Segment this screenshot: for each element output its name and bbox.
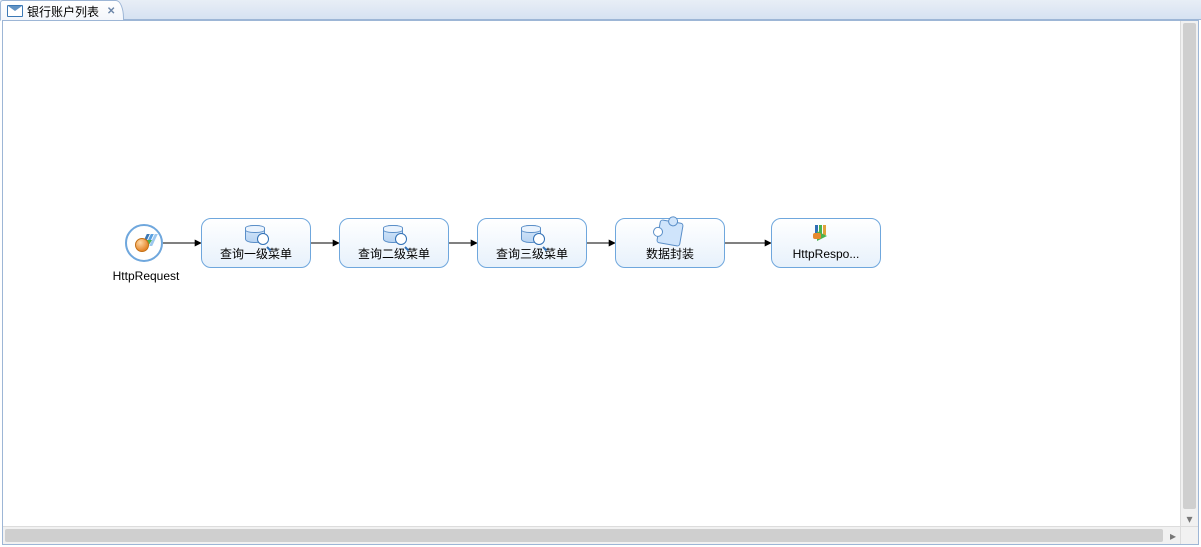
scroll-down-icon[interactable]: ▾ [1181, 511, 1198, 527]
scroll-right-icon[interactable]: ▸ [1165, 527, 1181, 544]
database-search-icon [245, 223, 267, 243]
database-search-icon [383, 223, 405, 243]
tab-bank-account-list[interactable]: 银行账户列表 ✕ [0, 0, 124, 21]
start-node-httprequest[interactable] [125, 224, 163, 262]
task-label: 数据封装 [616, 246, 724, 266]
scroll-corner [1180, 526, 1198, 544]
task-node-query-level3[interactable]: 查询三级菜单 [477, 218, 587, 268]
request-icon [133, 234, 155, 252]
envelope-icon [7, 5, 23, 17]
task-node-query-level1[interactable]: 查询一级菜单 [201, 218, 311, 268]
puzzle-icon [656, 219, 684, 247]
task-label: 查询三级菜单 [478, 246, 586, 266]
database-search-icon [521, 223, 543, 243]
vertical-scrollbar[interactable]: ▾ [1180, 21, 1198, 527]
tab-bar: 银行账户列表 ✕ [0, 0, 1201, 20]
task-label: 查询二级菜单 [340, 246, 448, 266]
task-label: 查询一级菜单 [202, 246, 310, 266]
task-label: HttpRespo... [772, 246, 880, 266]
editor-canvas-frame: HttpRequest 查询一级菜单 查询二级菜单 查询三级菜单 数据封装 Ht… [2, 20, 1199, 545]
flow-canvas[interactable]: HttpRequest 查询一级菜单 查询二级菜单 查询三级菜单 数据封装 Ht… [3, 21, 1198, 544]
task-node-data-wrap[interactable]: 数据封装 [615, 218, 725, 268]
close-icon[interactable]: ✕ [107, 6, 115, 17]
vertical-scroll-thumb[interactable] [1183, 23, 1196, 509]
task-node-httpresponse[interactable]: HttpRespo... [771, 218, 881, 268]
tab-title: 银行账户列表 [27, 3, 99, 20]
horizontal-scrollbar[interactable]: ▸ [3, 526, 1181, 544]
response-icon [815, 225, 837, 241]
task-node-query-level2[interactable]: 查询二级菜单 [339, 218, 449, 268]
start-node-label: HttpRequest [106, 269, 186, 283]
horizontal-scroll-thumb[interactable] [5, 529, 1163, 542]
